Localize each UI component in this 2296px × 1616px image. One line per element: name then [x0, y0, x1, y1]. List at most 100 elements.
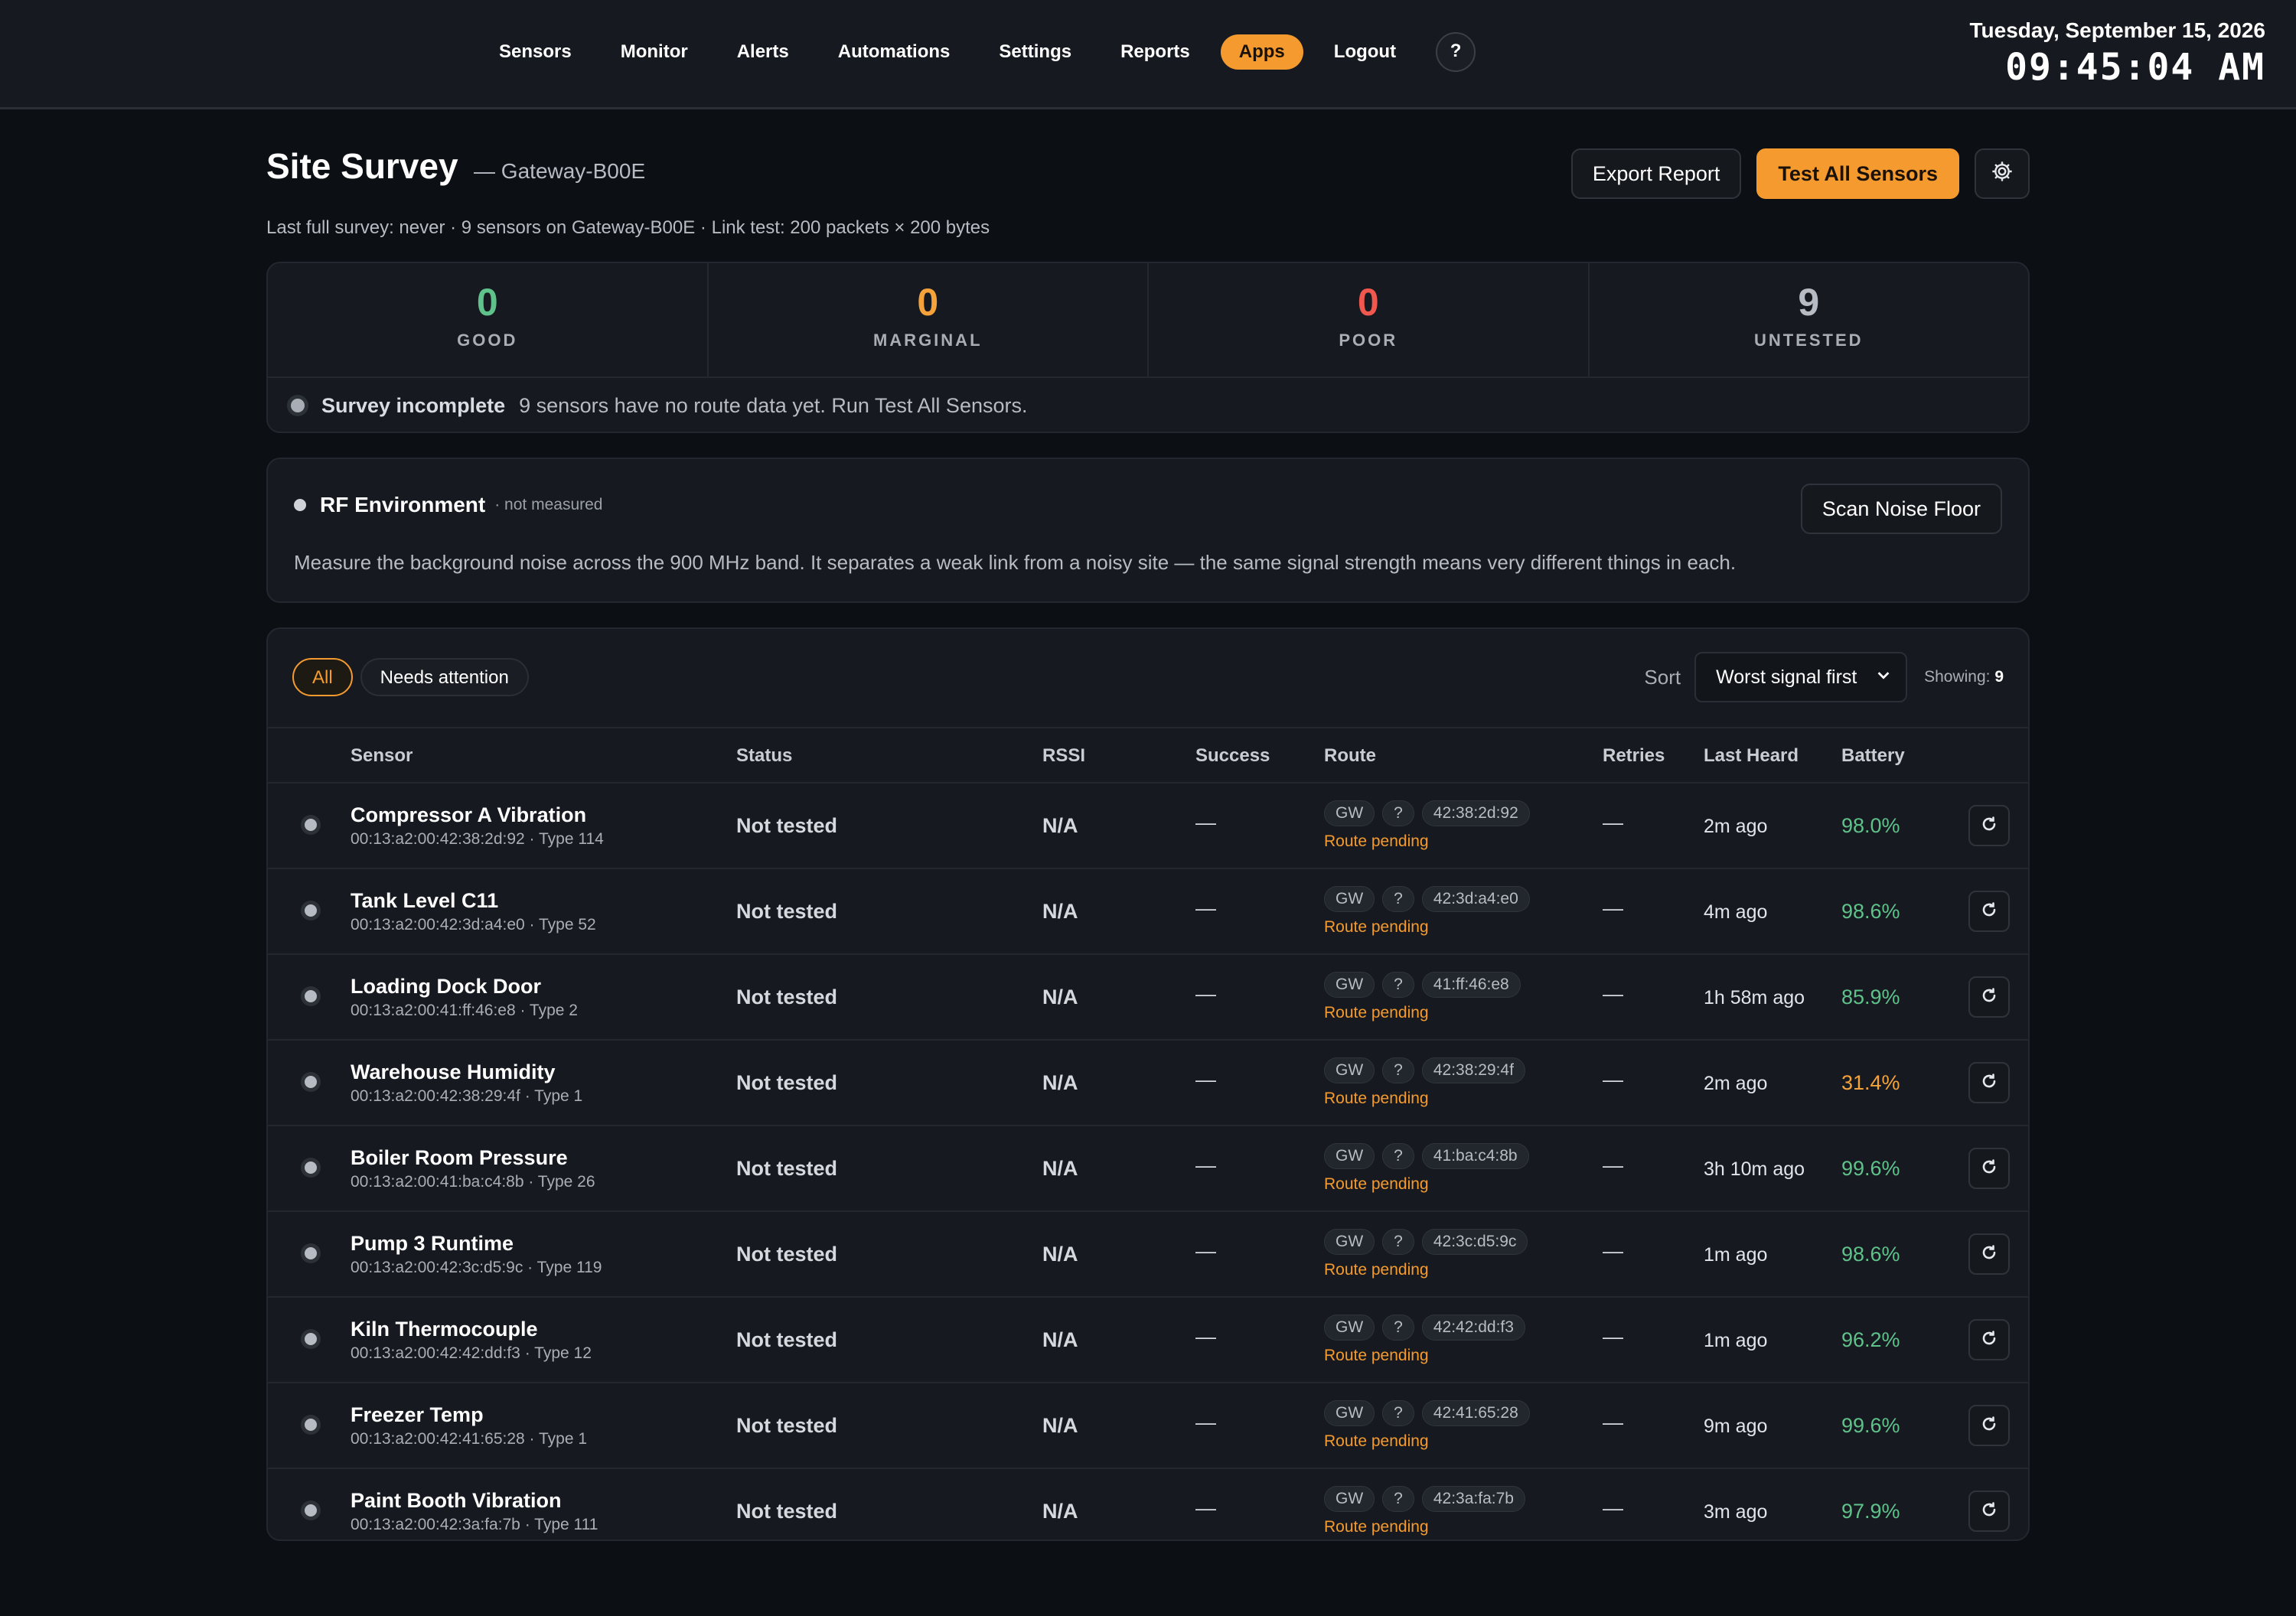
table-row[interactable]: Loading Dock Door 00:13:a2:00:41:ff:46:e… [268, 955, 2028, 1041]
col-status[interactable]: Status [736, 745, 792, 767]
row-actions [1968, 1062, 2010, 1103]
help-button[interactable]: ? [1436, 32, 1476, 72]
last-heard-value: 1m ago [1704, 1330, 1768, 1351]
table-row[interactable]: Boiler Room Pressure 00:13:a2:00:41:ba:c… [268, 1126, 2028, 1212]
status-value: Not tested [736, 1071, 838, 1094]
route-chain: GW ? 42:3d:a4:e0 [1324, 886, 1538, 912]
route-cell: GW ? 42:42:dd:f3 Route pending [1324, 1315, 1533, 1365]
header-actions: Export Report Test All Sensors [1570, 148, 2030, 199]
route-chain: GW ? 42:3c:d5:9c [1324, 1229, 1535, 1255]
route-node-chip: 42:3a:fa:7b [1421, 1486, 1525, 1512]
col-sensor[interactable]: Sensor [351, 745, 413, 767]
sensor-name: Paint Booth Vibration [351, 1489, 562, 1512]
route-hop-chip: ? [1382, 800, 1414, 826]
test-all-sensors-button[interactable]: Test All Sensors [1756, 148, 1959, 199]
route-pending-label: Route pending [1324, 1261, 1429, 1279]
col-last-heard[interactable]: Last Heard [1704, 745, 1799, 767]
sensor-cell: Pump 3 Runtime 00:13:a2:00:42:3c:d5:9c ·… [351, 1232, 602, 1277]
nav-reports[interactable]: Reports [1096, 34, 1215, 70]
route-pending-label: Route pending [1324, 1090, 1429, 1107]
col-battery[interactable]: Battery [1841, 745, 1905, 767]
col-rssi[interactable]: RSSI [1042, 745, 1085, 767]
sensor-name: Pump 3 Runtime [351, 1232, 514, 1255]
route-gateway-chip: GW [1324, 1400, 1375, 1426]
retest-button[interactable] [1968, 1319, 2010, 1360]
battery-value: 97.9% [1841, 1500, 1900, 1523]
row-actions [1968, 1148, 2010, 1189]
route-cell: GW ? 42:3c:d5:9c Route pending [1324, 1229, 1535, 1279]
nav-monitor[interactable]: Monitor [596, 34, 713, 70]
sensor-address: 00:13:a2:00:42:3d:a4:e0 · Type 52 [351, 916, 596, 933]
nav-alerts[interactable]: Alerts [713, 34, 814, 70]
rssi-value: N/A [1042, 1414, 1078, 1437]
battery-value: 98.6% [1841, 1243, 1900, 1266]
stat-marginal-value: 0 [917, 281, 939, 324]
route-cell: GW ? 42:38:2d:92 Route pending [1324, 800, 1538, 851]
stats-row: 0 GOOD 0 MARGINAL 0 POOR 9 UNTESTED [268, 263, 2028, 378]
col-route[interactable]: Route [1324, 745, 1376, 767]
nav-sensors[interactable]: Sensors [475, 34, 596, 70]
retest-button[interactable] [1968, 1405, 2010, 1446]
table-row[interactable]: Freezer Temp 00:13:a2:00:42:41:65:28 · T… [268, 1383, 2028, 1469]
table-row[interactable]: Warehouse Humidity 00:13:a2:00:42:38:29:… [268, 1041, 2028, 1126]
nav-logout[interactable]: Logout [1309, 34, 1420, 70]
filter-needs-attention[interactable]: Needs attention [360, 658, 529, 696]
route-gateway-chip: GW [1324, 800, 1375, 826]
route-pending-label: Route pending [1324, 832, 1429, 850]
refresh-icon [1980, 1072, 1998, 1094]
nav-automations[interactable]: Automations [814, 34, 975, 70]
stat-marginal-label: MARGINAL [872, 331, 983, 350]
retest-button[interactable] [1968, 1491, 2010, 1532]
rssi-value: N/A [1042, 1328, 1078, 1351]
col-success[interactable]: Success [1195, 745, 1270, 767]
retest-button[interactable] [1968, 1148, 2010, 1189]
refresh-icon [1980, 901, 1998, 923]
retest-button[interactable] [1968, 1062, 2010, 1103]
table-row[interactable]: Paint Booth Vibration 00:13:a2:00:42:3a:… [268, 1469, 2028, 1539]
sort-select[interactable]: Worst signal first [1694, 652, 1908, 702]
retest-button[interactable] [1968, 1233, 2010, 1275]
last-heard-value: 4m ago [1704, 901, 1768, 923]
retries-value: — [1603, 1325, 1623, 1348]
sensor-cell: Kiln Thermocouple 00:13:a2:00:42:42:dd:f… [351, 1318, 592, 1363]
route-gateway-chip: GW [1324, 1315, 1375, 1341]
route-node-chip: 42:3c:d5:9c [1421, 1229, 1528, 1255]
battery-value: 98.6% [1841, 900, 1900, 923]
retest-button[interactable] [1968, 805, 2010, 846]
battery-value: 96.2% [1841, 1328, 1900, 1351]
col-retries[interactable]: Retries [1603, 745, 1665, 767]
status-value: Not tested [736, 814, 838, 837]
retries-value: — [1603, 1240, 1623, 1262]
clock-time: 09:45:04 AM [2005, 46, 2265, 89]
nav-settings[interactable]: Settings [974, 34, 1096, 70]
sensor-cell: Tank Level C11 00:13:a2:00:42:3d:a4:e0 ·… [351, 889, 596, 934]
export-report-button[interactable]: Export Report [1570, 148, 1742, 199]
retest-button[interactable] [1968, 891, 2010, 932]
sensor-address: 00:13:a2:00:41:ba:c4:8b · Type 26 [351, 1173, 595, 1191]
sort-label: Sort [1644, 665, 1681, 689]
sensor-status-dot-icon [305, 1504, 317, 1517]
route-chain: GW ? 42:38:29:4f [1324, 1057, 1533, 1083]
route-gateway-chip: GW [1324, 1486, 1375, 1512]
table-row[interactable]: Tank Level C11 00:13:a2:00:42:3d:a4:e0 ·… [268, 869, 2028, 955]
retest-button[interactable] [1968, 976, 2010, 1018]
success-value: — [1195, 1240, 1216, 1262]
refresh-icon [1980, 1158, 1998, 1180]
table-row[interactable]: Pump 3 Runtime 00:13:a2:00:42:3c:d5:9c ·… [268, 1212, 2028, 1298]
refresh-icon [1980, 1243, 1998, 1266]
settings-button[interactable] [1975, 148, 2030, 199]
retries-value: — [1603, 1497, 1623, 1520]
stat-untested: 9 UNTESTED [1590, 263, 2029, 376]
nav-apps[interactable]: Apps [1220, 34, 1303, 70]
scan-noise-floor-button[interactable]: Scan Noise Floor [1800, 484, 2002, 534]
table-row[interactable]: Compressor A Vibration 00:13:a2:00:42:38… [268, 784, 2028, 869]
success-value: — [1195, 811, 1216, 834]
route-hop-chip: ? [1382, 1057, 1414, 1083]
stat-good: 0 GOOD [268, 263, 709, 376]
route-cell: GW ? 42:41:65:28 Route pending [1324, 1400, 1538, 1451]
sensor-address: 00:13:a2:00:42:42:dd:f3 · Type 12 [351, 1344, 592, 1362]
rssi-value: N/A [1042, 986, 1078, 1008]
table-row[interactable]: Kiln Thermocouple 00:13:a2:00:42:42:dd:f… [268, 1298, 2028, 1383]
filter-all[interactable]: All [292, 658, 353, 696]
route-cell: GW ? 41:ff:46:e8 Route pending [1324, 972, 1528, 1022]
